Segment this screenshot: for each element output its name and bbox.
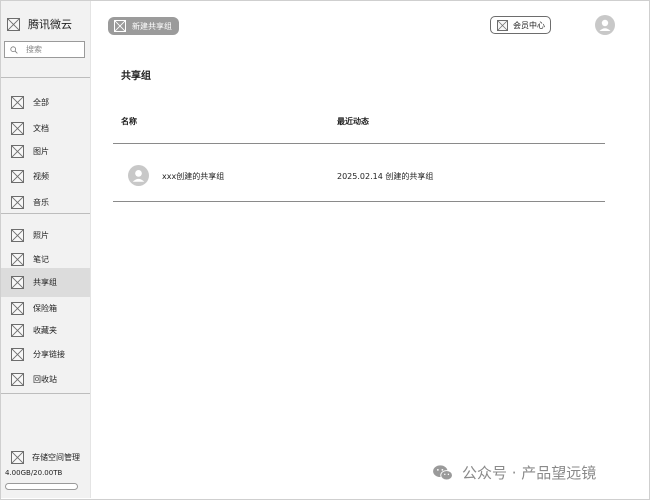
placeholder-icon xyxy=(11,252,24,266)
sidebar-item-label: 音乐 xyxy=(33,197,49,207)
search-icon xyxy=(10,45,18,54)
vip-center-button[interactable]: 会员中心 xyxy=(490,16,551,34)
placeholder-icon xyxy=(11,121,24,135)
placeholder-icon xyxy=(11,228,24,242)
column-header-name[interactable]: 名称 xyxy=(121,116,137,127)
placeholder-icon xyxy=(11,95,24,109)
sidebar-item-label: 照片 xyxy=(33,230,49,240)
watermark: 公众号 · 产品望远镜 xyxy=(432,462,596,483)
window-frame xyxy=(0,0,650,500)
logo-icon xyxy=(7,17,20,31)
sidebar-divider xyxy=(1,77,90,78)
vip-label: 会员中心 xyxy=(513,20,545,30)
sidebar-item-label: 文档 xyxy=(33,123,49,133)
vip-icon xyxy=(497,19,508,31)
storage-icon xyxy=(11,450,24,464)
placeholder-icon xyxy=(11,372,24,386)
storage-management[interactable]: 存储空间管理 xyxy=(1,448,90,466)
user-icon xyxy=(132,170,145,182)
placeholder-icon xyxy=(11,169,24,183)
sidebar-item-label: 图片 xyxy=(33,146,49,156)
sidebar-item[interactable]: 照片 xyxy=(1,224,90,246)
wechat-icon xyxy=(433,464,453,480)
sidebar-item[interactable]: 共享组 xyxy=(1,268,90,297)
new-group-icon xyxy=(114,20,126,32)
sidebar-item[interactable]: 图片 xyxy=(1,140,90,162)
search-placeholder: 搜索 xyxy=(26,45,42,54)
group-avatar xyxy=(128,165,149,186)
sidebar-item[interactable]: 视频 xyxy=(1,165,90,187)
placeholder-icon xyxy=(11,301,24,315)
group-name[interactable]: xxx创建的共享组 xyxy=(162,171,224,182)
app-title: 腾讯微云 xyxy=(28,18,72,31)
sidebar-item-label: 视频 xyxy=(33,171,49,181)
placeholder-icon xyxy=(11,347,24,361)
search-input[interactable]: 搜索 xyxy=(4,41,85,58)
watermark-text: 公众号 · 产品望远镜 xyxy=(462,464,597,482)
sidebar-item[interactable]: 文档 xyxy=(1,117,90,139)
sidebar-item[interactable]: 音乐 xyxy=(1,191,90,213)
placeholder-icon xyxy=(11,195,24,209)
table-row-divider xyxy=(113,201,605,202)
sidebar-divider xyxy=(1,393,90,394)
user-icon xyxy=(599,19,611,31)
placeholder-icon xyxy=(11,323,24,337)
new-group-button[interactable]: 新建共享组 xyxy=(108,17,179,35)
sidebar-divider xyxy=(1,213,90,214)
sidebar-item-label: 分享链接 xyxy=(33,349,65,359)
sidebar-item-label: 全部 xyxy=(33,97,49,107)
app-logo[interactable]: 腾讯微云 xyxy=(7,15,72,33)
placeholder-icon xyxy=(11,144,24,158)
sidebar-item[interactable]: 笔记 xyxy=(1,248,90,270)
user-avatar[interactable] xyxy=(595,15,615,35)
sidebar-item[interactable]: 回收站 xyxy=(1,368,90,390)
sidebar-item-label: 收藏夹 xyxy=(33,325,57,335)
sidebar: 腾讯微云 搜索 全部 文档 图片 视频 音乐 照片 笔记 共享组 保险箱 收藏夹 分享链接 回收站 … xyxy=(1,1,91,498)
sidebar-item[interactable]: 分享链接 xyxy=(1,343,90,365)
page-title: 共享组 xyxy=(121,71,151,82)
sidebar-item-label: 共享组 xyxy=(33,278,57,287)
placeholder-icon xyxy=(11,276,24,289)
table-header-divider xyxy=(113,143,605,144)
sidebar-item[interactable]: 收藏夹 xyxy=(1,319,90,341)
sidebar-item-label: 回收站 xyxy=(33,374,57,384)
storage-progress-bar xyxy=(5,483,78,490)
group-activity: 2025.02.14 创建的共享组 xyxy=(337,172,434,181)
storage-amount: 4.00GB/20.00TB xyxy=(5,469,63,477)
column-header-activity[interactable]: 最近动态 xyxy=(337,116,369,127)
sidebar-item[interactable]: 全部 xyxy=(1,91,90,113)
storage-label: 存储空间管理 xyxy=(32,452,80,462)
sidebar-item-label: 保险箱 xyxy=(33,303,57,313)
sidebar-item-label: 笔记 xyxy=(33,254,49,264)
new-group-label: 新建共享组 xyxy=(132,21,172,31)
sidebar-item[interactable]: 保险箱 xyxy=(1,297,90,319)
